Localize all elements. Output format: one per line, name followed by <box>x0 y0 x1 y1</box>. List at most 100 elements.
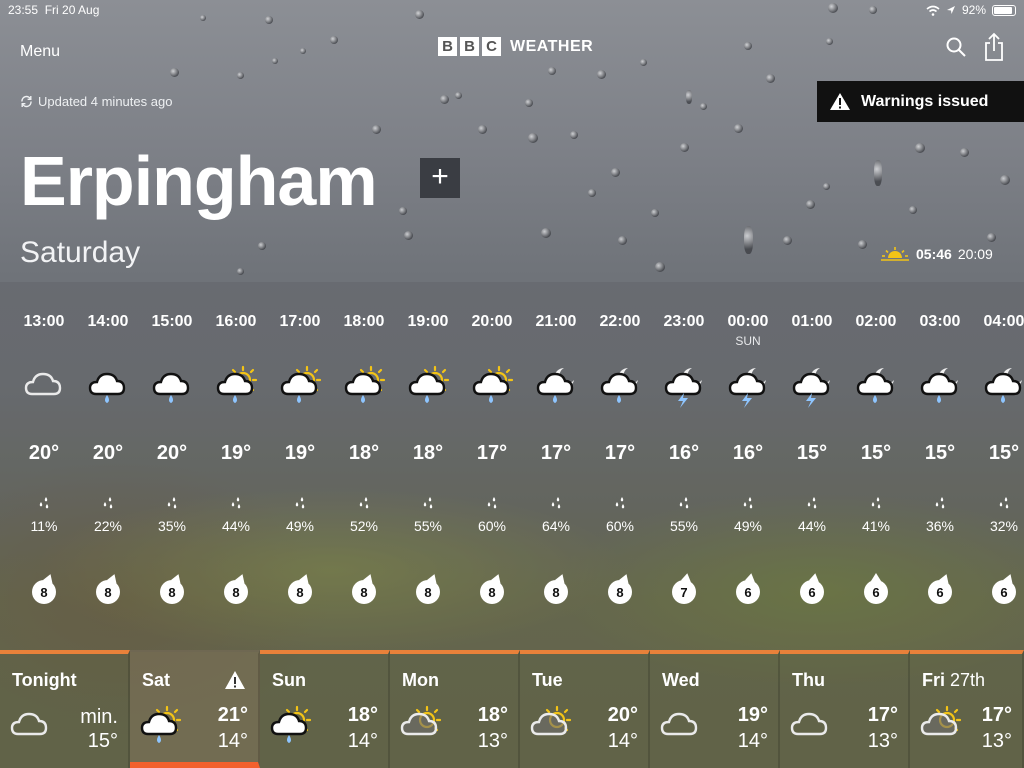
day-tab-mon[interactable]: Mon 18° 13° <box>390 650 520 768</box>
hour-column[interactable]: 19:00 18° 55% 8 <box>396 282 460 652</box>
day-name-sub: 27th <box>950 670 986 690</box>
refresh-icon <box>21 95 32 108</box>
svg-text:6: 6 <box>808 585 815 600</box>
wind-speed-icon: 6 <box>862 572 890 606</box>
day-high-temp: 19° <box>737 704 768 726</box>
hour-time: 04:00 <box>983 313 1024 330</box>
hour-temperature: 20° <box>156 442 188 464</box>
hour-rain-chance: 11% <box>30 518 58 534</box>
wind-speed-icon: 8 <box>94 572 122 606</box>
svg-text:6: 6 <box>744 585 751 600</box>
battery-icon <box>992 4 1016 16</box>
warnings-label: Warnings issued <box>861 92 989 110</box>
hour-rain-chance: 64% <box>541 518 571 534</box>
hour-column[interactable]: 23:00 16° 55% 7 <box>652 282 716 652</box>
rain-chance-icon <box>548 496 564 512</box>
hour-rain-chance: 44% <box>797 518 827 534</box>
day-name: Thu <box>792 670 825 691</box>
add-location-button[interactable]: + <box>420 158 460 198</box>
wind-speed-icon: 6 <box>734 572 762 606</box>
hour-column[interactable]: 13:00 20° 11% 8 <box>12 282 76 652</box>
search-icon[interactable] <box>945 36 967 58</box>
hour-temperature: 15° <box>924 442 956 464</box>
hour-rain-chance: 60% <box>477 518 507 534</box>
warnings-button[interactable]: Warnings issued <box>817 81 1024 122</box>
hour-column[interactable]: 14:00 20° 22% 8 <box>76 282 140 652</box>
day-tab-wed[interactable]: Wed 19° 14° <box>650 650 780 768</box>
day-high-temp: 17° <box>867 704 898 726</box>
sun-cloud-rain-icon <box>268 704 312 748</box>
wind-speed-icon: 8 <box>478 572 506 606</box>
moon-cloud-thunder-icon <box>790 364 834 408</box>
svg-text:8: 8 <box>232 585 239 600</box>
daily-forecast-strip: Tonight min. 15° Sat 21° 14° Sun 18° 14° Mon 1… <box>0 650 1024 768</box>
day-low-temp: 13° <box>867 730 898 752</box>
day-tab-tonight[interactable]: Tonight min. 15° <box>0 650 130 768</box>
day-tab-tue[interactable]: Tue 20° 14° <box>520 650 650 768</box>
hourly-forecast-strip[interactable]: 13:00 20° 11% 8 14:00 20° 22% 8 15:00 20° 35% 8 16:0… <box>0 282 1024 652</box>
day-tab-sat[interactable]: Sat 21° 14° <box>130 650 260 768</box>
hour-column[interactable]: 02:00 15° 41% 6 <box>844 282 908 652</box>
moon-cloud-thunder-icon <box>726 364 770 408</box>
hour-rain-chance: 55% <box>413 518 443 534</box>
day-name: Tue <box>532 670 563 691</box>
moon-cloud-rain-icon <box>534 364 578 408</box>
svg-text:8: 8 <box>552 585 559 600</box>
day-name: Fri 27th <box>922 670 985 691</box>
hour-time: 14:00 <box>87 313 129 330</box>
hour-column[interactable]: 03:00 15° 36% 6 <box>908 282 972 652</box>
hour-time: 17:00 <box>279 313 321 330</box>
day-tab-fri[interactable]: Fri 27th 17° 13° <box>910 650 1024 768</box>
hour-column[interactable]: 20:00 17° 60% 8 <box>460 282 524 652</box>
day-high-temp: 18° <box>347 704 378 726</box>
logo-letter-b1: B <box>438 37 457 56</box>
day-name: Wed <box>662 670 700 691</box>
hour-column[interactable]: 16:00 19° 44% 8 <box>204 282 268 652</box>
rain-chance-icon <box>228 496 244 512</box>
hour-column[interactable]: 15:00 20° 35% 8 <box>140 282 204 652</box>
hour-column[interactable]: 18:00 18° 52% 8 <box>332 282 396 652</box>
hour-column[interactable]: 04:00 15° 32% 6 <box>972 282 1024 652</box>
hour-column[interactable]: 01:00 15° 44% 6 <box>780 282 844 652</box>
wind-speed-icon: 8 <box>222 572 250 606</box>
status-time: 23:55 Fri 20 Aug <box>8 3 99 17</box>
rain-chance-icon <box>676 496 692 512</box>
battery-fill <box>994 6 1012 14</box>
logo-letter-b2: B <box>460 37 479 56</box>
rain-chance-icon <box>932 496 948 512</box>
hour-day-label: SUN <box>735 334 761 348</box>
hour-temperature: 20° <box>92 442 124 464</box>
day-low-temp: 14° <box>347 730 378 752</box>
day-high-temp: 21° <box>217 704 248 726</box>
sun-cloud-rain-icon <box>278 364 322 408</box>
last-updated[interactable]: Updated 4 minutes ago <box>20 94 172 109</box>
hour-column[interactable]: 22:00 17° 60% 8 <box>588 282 652 652</box>
hour-column[interactable]: 17:00 19° 49% 8 <box>268 282 332 652</box>
sun-cloud-rain-icon <box>406 364 450 408</box>
hour-temperature: 18° <box>412 442 444 464</box>
rain-chance-icon <box>36 496 52 512</box>
hour-temperature: 15° <box>988 442 1020 464</box>
hour-time: 00:00 <box>727 313 769 330</box>
hour-rain-chance: 49% <box>285 518 315 534</box>
wind-speed-icon: 6 <box>990 572 1018 606</box>
hour-column[interactable]: 21:00 17° 64% 8 <box>524 282 588 652</box>
hour-time: 15:00 <box>151 313 193 330</box>
battery-percent: 92% <box>961 3 986 17</box>
sun-cloud-rain-icon <box>342 364 386 408</box>
moon-cloud-rain-icon <box>854 364 898 408</box>
day-high-temp: 18° <box>477 704 508 726</box>
moon-cloud-rain-icon <box>918 364 962 408</box>
hour-temperature: 19° <box>284 442 316 464</box>
sun-cloud-icon <box>528 704 572 748</box>
share-icon[interactable] <box>982 32 1006 62</box>
status-right: 92% <box>926 3 1016 17</box>
svg-text:8: 8 <box>296 585 303 600</box>
menu-button[interactable]: Menu <box>20 43 60 61</box>
wind-speed-icon: 7 <box>670 572 698 606</box>
day-tab-sun[interactable]: Sun 18° 14° <box>260 650 390 768</box>
day-tab-thu[interactable]: Thu 17° 13° <box>780 650 910 768</box>
hour-column[interactable]: 00:00 SUN 16° 49% 6 <box>716 282 780 652</box>
cloud-icon <box>8 704 52 748</box>
hour-time: 13:00 <box>23 313 65 330</box>
